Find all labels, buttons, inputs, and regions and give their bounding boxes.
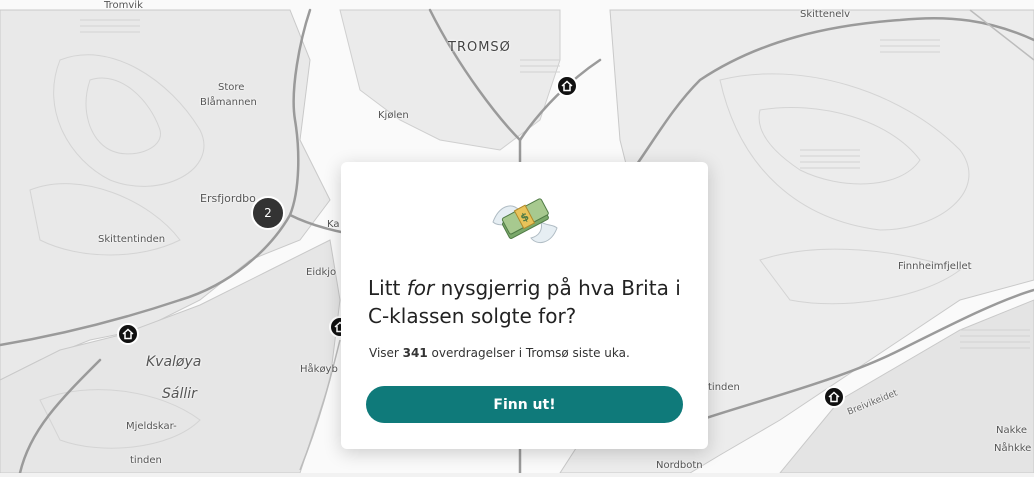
map-label-ka: Ka	[327, 219, 340, 230]
modal-title: Litt for nysgjerrig på hva Brita i C-kla…	[368, 274, 698, 330]
map-label-store: Store	[218, 82, 245, 93]
home-pin-icon[interactable]	[556, 75, 578, 97]
map-label-nakke: Nakke	[996, 425, 1027, 436]
map-label-eidkjo: Eidkjo	[306, 267, 337, 278]
modal-subtitle: Viser 341 overdragelser i Tromsø siste u…	[369, 346, 689, 360]
map-label-tinden-left: tinden	[130, 455, 162, 466]
find-out-button[interactable]: Finn ut!	[366, 386, 683, 423]
map-label-hakoyb: Håkøyb	[300, 364, 338, 375]
modal-subtitle-pre: Viser	[369, 346, 403, 360]
map-label-nordbotn: Nordbotn	[656, 460, 703, 471]
map-label-tromso: TROMSØ	[448, 40, 511, 55]
map-cluster-marker[interactable]: 2	[251, 196, 285, 230]
transfer-count: 341	[402, 346, 428, 360]
map-label-ersfjordbotn: Ersfjordbo	[200, 192, 256, 205]
modal-subtitle-post: overdragelser i Tromsø siste uka.	[427, 346, 630, 360]
map-label-finnheimfjellet: Finnheimfjellet	[898, 261, 972, 272]
map-label-kvaloya: Kvaløya	[146, 354, 202, 370]
home-pin-icon[interactable]	[823, 386, 845, 408]
map-label-tinden-mid: tinden	[708, 382, 740, 393]
modal-title-emphasis: for	[406, 276, 435, 300]
promo-modal: $ Litt for nysgjerrig på hva Brita i C-k…	[341, 162, 708, 449]
map-label-kjolen: Kjølen	[378, 110, 409, 121]
money-with-wings-icon: $	[492, 198, 558, 244]
map-label-mjeldskar: Mjeldskar-	[126, 421, 177, 432]
map-label-skittenelv: Skittenelv	[800, 9, 851, 20]
home-pin-icon[interactable]	[117, 323, 139, 345]
map-label-tromvik: Tromvik	[104, 0, 143, 11]
map-label-skittentinden: Skittentinden	[98, 234, 166, 245]
map-label-sallir: Sállir	[162, 386, 197, 402]
modal-title-pre: Litt	[368, 276, 407, 300]
map-label-blamannen: Blåmannen	[200, 97, 257, 108]
map-label-nahkke: Nåhkke	[994, 443, 1032, 454]
